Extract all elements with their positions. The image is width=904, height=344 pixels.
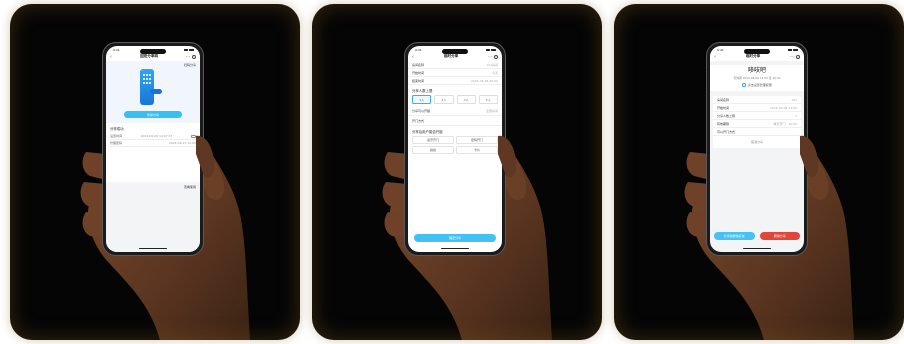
panel-1: 9:41 ‹ 固定分享码 ··· 扫码分享 暂停分享 分享成功 设置时间 202…	[10, 4, 300, 340]
thumb-overlay	[498, 135, 517, 178]
triptych-stage: 9:41 ‹ 固定分享码 ··· 扫码分享 暂停分享 分享成功 设置时间 202…	[0, 0, 904, 344]
panel-3: 9:41 ‹ 临时分享 ··· 哆吱吧 有效期 2024-06-06 14:00…	[614, 4, 904, 340]
panel-2: 9:41 ‹ 临时分享 ··· 房间名称 101房间 开始时间 今天 结束时间 202…	[312, 4, 602, 340]
thumb-overlay	[196, 135, 215, 178]
thumb-overlay	[800, 135, 819, 178]
